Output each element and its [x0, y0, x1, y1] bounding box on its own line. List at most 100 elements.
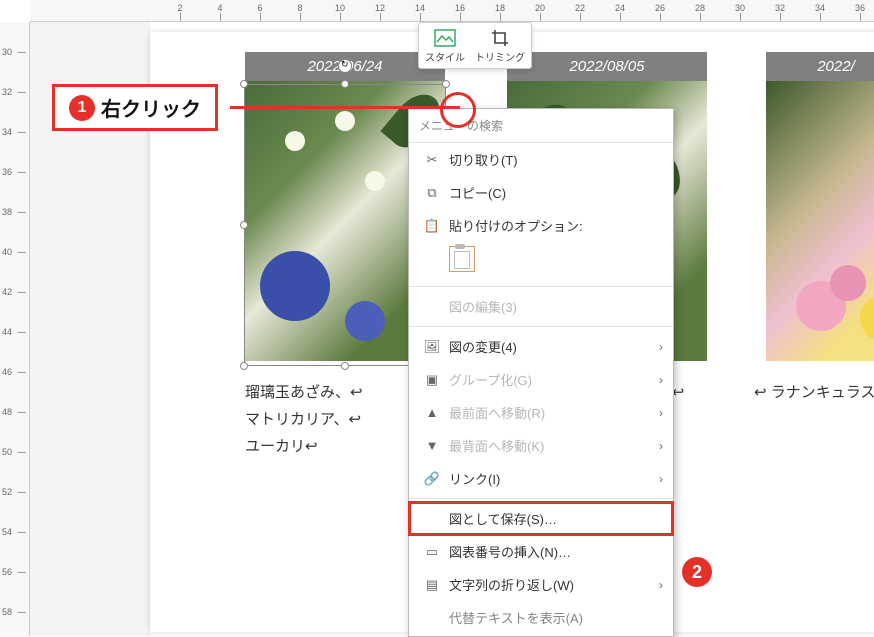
crop-button[interactable]: トリミング [475, 27, 525, 64]
ruler-tick [860, 13, 861, 21]
ruler-label: 52 [2, 487, 12, 497]
paste-option-icon[interactable] [449, 246, 475, 272]
ruler-label: 20 [535, 3, 545, 13]
ruler-tick [18, 132, 26, 133]
menu-group: ▣ グループ化(G) › [409, 363, 673, 396]
style-label: スタイル [425, 49, 465, 64]
link-icon: 🔗 [421, 470, 443, 488]
ruler-label: 24 [615, 3, 625, 13]
menu-insert-caption[interactable]: ▭ 図表番号の挿入(N)… [409, 535, 673, 568]
menu-save-as-picture[interactable]: 図として保存(S)… [409, 502, 673, 535]
annotation-2-badge: 2 [682, 557, 712, 587]
ruler-label: 14 [415, 3, 425, 13]
ruler-label: 34 [2, 127, 12, 137]
chevron-right-icon: › [659, 373, 663, 387]
style-button[interactable]: スタイル [425, 27, 465, 64]
card-3-caption: ↩ ラナンキュラス [766, 379, 874, 406]
menu-link[interactable]: 🔗 リンク(I) › [409, 462, 673, 495]
ruler-tick [660, 13, 661, 21]
menu-separator [409, 326, 673, 327]
annotation-1: 1 右クリック [52, 84, 218, 131]
ruler-tick [18, 612, 26, 613]
ruler-tick [700, 13, 701, 21]
annotation-1-text: 右クリック [101, 93, 201, 122]
ruler-tick [540, 13, 541, 21]
ruler-tick [500, 13, 501, 21]
ruler-label: 58 [2, 607, 12, 617]
ruler-label: 56 [2, 567, 12, 577]
clipboard-icon: 📋 [421, 217, 443, 235]
chevron-right-icon: › [659, 340, 663, 354]
menu-separator [409, 286, 673, 287]
ruler-tick [460, 13, 461, 21]
annotation-1-badge: 1 [69, 95, 95, 121]
ruler-tick [18, 92, 26, 93]
menu-edit-picture: 図の編集(3) [409, 290, 673, 323]
ruler-tick [18, 332, 26, 333]
card-2-date: 2022/08/05 [507, 52, 707, 81]
copy-icon: ⧉ [421, 184, 443, 202]
caption-line: ラナンキュラス [771, 384, 874, 401]
ruler-tick [260, 13, 261, 21]
ruler-label: 38 [2, 207, 12, 217]
ruler-label: 28 [695, 3, 705, 13]
send-back-icon: ▼ [421, 437, 443, 455]
ruler-label: 12 [375, 3, 385, 13]
menu-copy[interactable]: ⧉ コピー(C) [409, 176, 673, 209]
ruler-label: 36 [855, 3, 865, 13]
ruler-label: 50 [2, 447, 12, 457]
group-icon: ▣ [421, 371, 443, 389]
menu-send-back: ▼ 最背面へ移動(K) › [409, 429, 673, 462]
change-picture-icon: 🖼 [421, 338, 443, 356]
card-3-photo[interactable] [766, 81, 874, 361]
paste-options-row [409, 242, 673, 283]
ruler-label: 2 [177, 3, 182, 13]
menu-paste-options-header: 📋 貼り付けのオプション: [409, 209, 673, 242]
menu-bring-front: ▲ 最前面へ移動(R) › [409, 396, 673, 429]
ruler-label: 32 [775, 3, 785, 13]
ruler-label: 22 [575, 3, 585, 13]
ruler-tick [740, 13, 741, 21]
chevron-right-icon: › [659, 472, 663, 486]
ruler-tick [620, 13, 621, 21]
picture-mini-toolbar: スタイル トリミング [418, 22, 532, 69]
ruler-tick [180, 13, 181, 21]
ruler-vertical: 303234363840424446485052545658 [0, 22, 30, 636]
menu-alt-text[interactable]: 代替テキストを表示(A) [409, 601, 673, 634]
menu-change-picture[interactable]: 🖼 図の変更(4) › [409, 330, 673, 363]
ruler-tick [18, 412, 26, 413]
ruler-label: 6 [257, 3, 262, 13]
chevron-right-icon: › [659, 578, 663, 592]
ruler-label: 36 [2, 167, 12, 177]
ruler-label: 46 [2, 367, 12, 377]
ruler-label: 32 [2, 87, 12, 97]
ruler-label: 48 [2, 407, 12, 417]
ruler-tick [420, 13, 421, 21]
annotation-1-leader [230, 106, 460, 109]
card-1-date: 2022/06/24 [245, 52, 445, 81]
ruler-label: 30 [735, 3, 745, 13]
ruler-tick [18, 52, 26, 53]
crop-label: トリミング [475, 49, 525, 64]
card-3: 2022/ ↩ ラナンキュラス [766, 52, 874, 406]
chevron-right-icon: › [659, 406, 663, 420]
ruler-tick [220, 13, 221, 21]
menu-cut[interactable]: ✂ 切り取り(T) [409, 143, 673, 176]
wrap-icon: ▤ [421, 576, 443, 594]
ruler-label: 10 [335, 3, 345, 13]
chevron-right-icon: › [659, 439, 663, 453]
picture-style-icon [434, 27, 456, 49]
ruler-label: 40 [2, 247, 12, 257]
ruler-label: 42 [2, 287, 12, 297]
annotation-1-box: 1 右クリック [52, 84, 218, 131]
ruler-tick [18, 172, 26, 173]
ruler-label: 18 [495, 3, 505, 13]
ruler-label: 44 [2, 327, 12, 337]
ruler-tick [18, 572, 26, 573]
card-3-date: 2022/ [766, 52, 874, 81]
caption-icon: ▭ [421, 543, 443, 561]
bring-front-icon: ▲ [421, 404, 443, 422]
ruler-horizontal: // ticks generated below 246810121416182… [30, 0, 874, 22]
menu-separator [409, 498, 673, 499]
menu-text-wrap[interactable]: ▤ 文字列の折り返し(W) › [409, 568, 673, 601]
